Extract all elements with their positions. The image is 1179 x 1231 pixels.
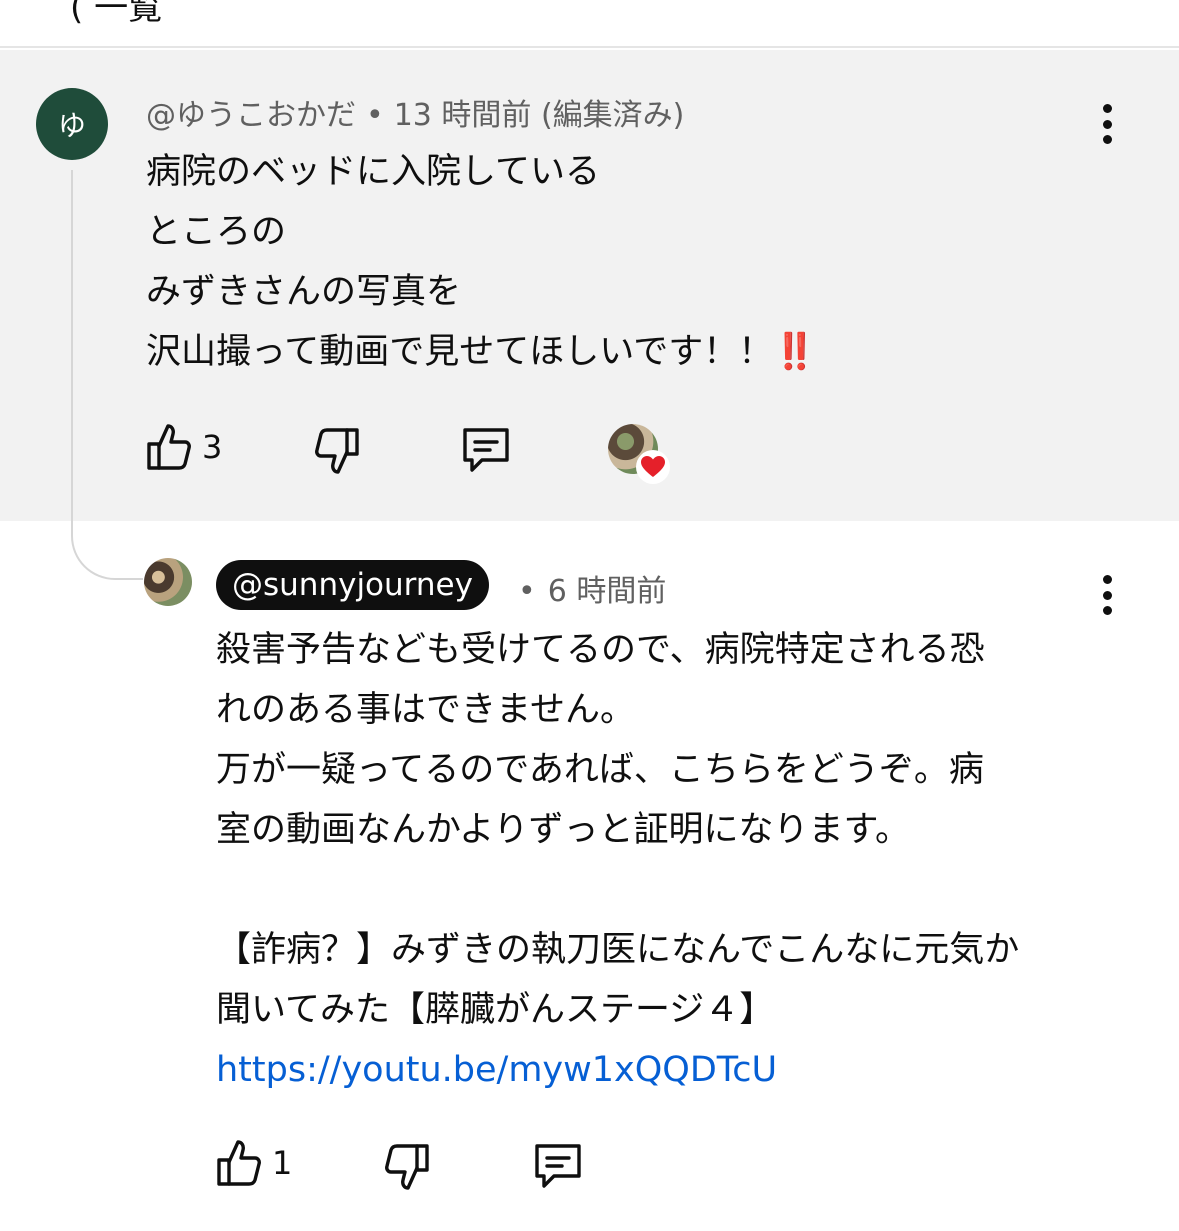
meta-separator: • (518, 574, 536, 609)
heart-badge (636, 450, 670, 484)
dislike-button[interactable] (314, 426, 360, 476)
heart-icon (641, 456, 665, 477)
comment-line: ところの (146, 212, 287, 252)
comment-line-text: 沢山撮って動画で見せてほしいです！！ (146, 332, 774, 372)
reply-avatar[interactable] (144, 558, 192, 606)
commenter-avatar[interactable]: ゆ (36, 88, 108, 160)
video-link[interactable]: https://youtu.be/myw1xQQDTcU (216, 1050, 777, 1090)
double-exclamation-emoji: ‼️ (773, 332, 817, 372)
thread-connector-line (71, 170, 143, 580)
header-partial-text: ( 一覧 (70, 0, 163, 28)
dislike-button[interactable] (384, 1142, 430, 1192)
meta-separator: • (366, 98, 384, 133)
reply-text: 殺害予告なども受けてるので、病院特定される恐 れのある事はできません。 万が一疑… (216, 620, 1019, 1100)
parent-comment-meta: @ゆうこおかだ • 13 時間前 (編集済み) (146, 90, 684, 134)
reply-line: 殺害予告なども受けてるので、病院特定される恐 (216, 630, 985, 670)
commenter-handle[interactable]: @ゆうこおかだ (146, 98, 356, 133)
reply-blank-line (216, 860, 1019, 920)
comment-time: 13 時間前 (393, 98, 532, 133)
comment-line: みずきさんの写真を (146, 272, 462, 312)
comment-thread: ( 一覧 ゆ @ゆうこおかだ • 13 時間前 (編集済み) 病院のベッドに入院して… (0, 0, 1179, 1231)
reply-handle[interactable]: @sunnyjourney (216, 560, 489, 610)
like-button[interactable]: 1 (216, 1138, 292, 1188)
reply-line: 室の動画なんかよりずっと証明になります。 (216, 810, 911, 850)
dislike-icon (385, 1144, 429, 1190)
like-icon (147, 424, 191, 470)
comment-line: 病院のベッドに入院している (146, 152, 600, 192)
reply-button[interactable] (532, 1142, 584, 1192)
reply-time: 6 時間前 (547, 574, 667, 609)
comment-line-last: 沢山撮って動画で見せてほしいです！！‼️ (146, 322, 817, 382)
reply-icon (535, 1144, 581, 1188)
more-icon[interactable] (1097, 573, 1117, 617)
like-count: 1 (272, 1144, 293, 1182)
parent-comment-actions: 3 (146, 422, 746, 484)
parent-comment-text: 病院のベッドに入院している ところの みずきさんの写真を 沢山撮って動画で見せて… (146, 142, 817, 382)
more-icon[interactable] (1097, 102, 1117, 146)
creator-heart (608, 424, 672, 488)
reply-line: れのある事はできません。 (216, 690, 635, 730)
top-header: ( 一覧 (0, 0, 1179, 48)
dislike-icon (315, 428, 359, 474)
like-button[interactable]: 3 (146, 422, 222, 472)
like-count: 3 (202, 428, 223, 466)
reply-line: 万が一疑ってるのであれば、こちらをどうぞ。病 (216, 750, 984, 790)
edited-label: (編集済み) (540, 98, 685, 133)
reply-meta: • 6 時間前 (518, 566, 666, 610)
reply-line: 聞いてみた【膵臓がんステージ４】 (216, 990, 775, 1030)
reply-actions: 1 (216, 1138, 616, 1194)
reply-line: 【詐病？】みずきの執刀医になんでこんなに元気か (216, 930, 1020, 970)
reply-button[interactable] (460, 426, 512, 476)
reply-icon (463, 428, 509, 472)
like-icon (217, 1140, 261, 1186)
